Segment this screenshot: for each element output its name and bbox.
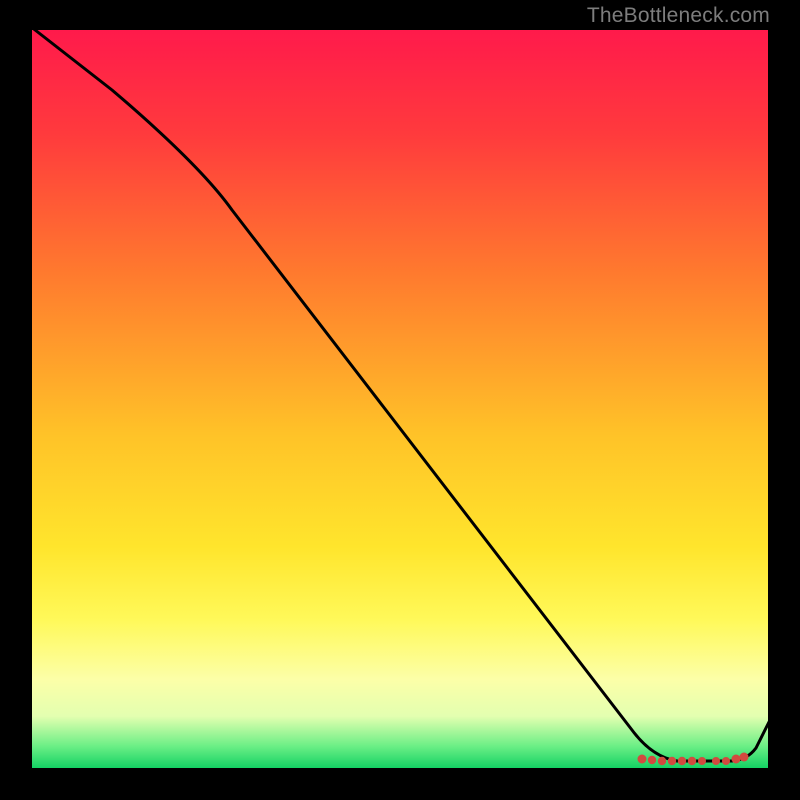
min-dot — [668, 757, 676, 765]
min-dot — [740, 753, 749, 762]
min-dot — [678, 757, 686, 765]
attribution-text: TheBottleneck.com — [587, 4, 770, 28]
min-dot — [688, 757, 696, 765]
chart-frame: TheBottleneck.com — [0, 0, 800, 800]
min-dot — [722, 757, 730, 765]
minimum-dots — [638, 753, 749, 766]
min-dot — [698, 757, 706, 765]
bottleneck-curve — [30, 26, 770, 761]
min-dot — [638, 755, 647, 764]
plot-area — [32, 30, 768, 768]
curve-svg — [32, 30, 768, 768]
min-dot — [712, 757, 720, 765]
min-dot — [648, 756, 656, 764]
min-dot — [732, 755, 741, 764]
min-dot — [658, 757, 666, 765]
